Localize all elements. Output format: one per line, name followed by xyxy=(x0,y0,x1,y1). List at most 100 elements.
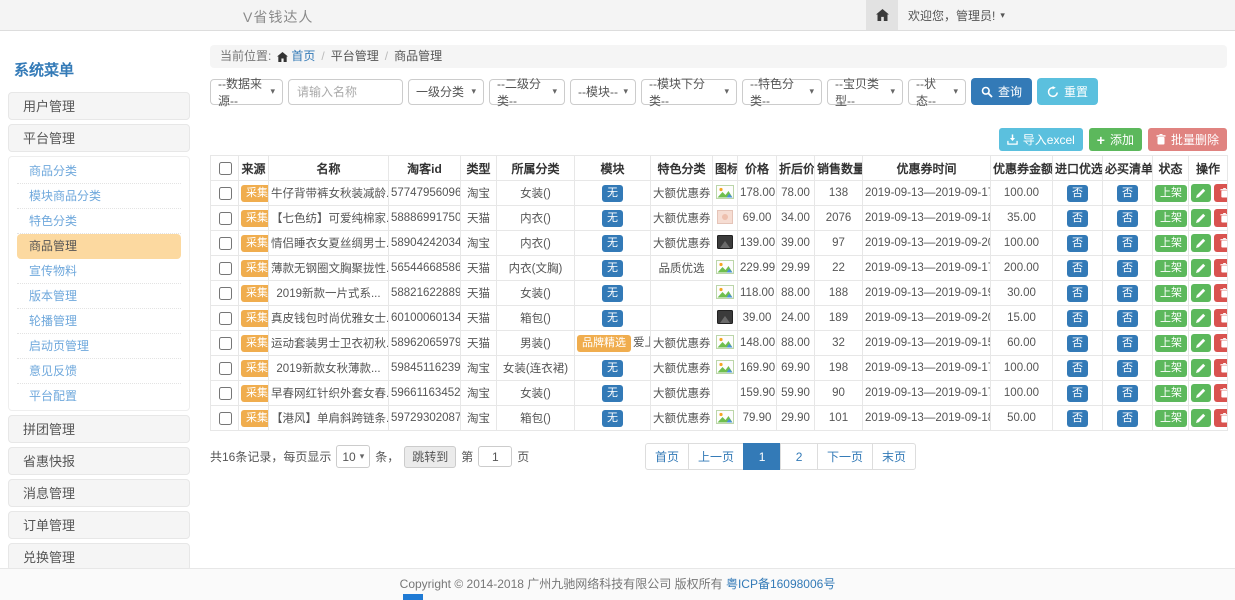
import-select-toggle[interactable]: 否 xyxy=(1067,335,1088,352)
status-toggle[interactable]: 上架 xyxy=(1155,335,1187,352)
page-button[interactable]: 下一页 xyxy=(817,443,873,470)
status-toggle[interactable]: 上架 xyxy=(1155,385,1187,402)
delete-button[interactable] xyxy=(1214,284,1228,302)
sidebar-item[interactable]: 平台配置 xyxy=(17,384,181,408)
edit-button[interactable] xyxy=(1191,309,1211,327)
import-select-toggle[interactable]: 否 xyxy=(1067,185,1088,202)
import-select-toggle[interactable]: 否 xyxy=(1067,285,1088,302)
must-buy-toggle[interactable]: 否 xyxy=(1117,360,1138,377)
row-checkbox[interactable] xyxy=(219,287,232,300)
sidebar-item[interactable]: 商品管理 xyxy=(17,234,181,259)
jump-button[interactable]: 跳转到 xyxy=(404,446,456,468)
edit-button[interactable] xyxy=(1191,259,1211,277)
edit-button[interactable] xyxy=(1191,409,1211,427)
filter-select[interactable]: --状态--▾ xyxy=(908,79,966,105)
row-checkbox[interactable] xyxy=(219,387,232,400)
filter-select[interactable]: --模块--▾ xyxy=(570,79,636,105)
must-buy-toggle[interactable]: 否 xyxy=(1117,210,1138,227)
sidebar-item[interactable]: 宣传物料 xyxy=(17,259,181,284)
row-checkbox[interactable] xyxy=(219,262,232,275)
sidebar-section[interactable]: 订单管理 xyxy=(8,511,190,539)
sidebar-section[interactable]: 平台管理 xyxy=(8,124,190,152)
edit-button[interactable] xyxy=(1191,234,1211,252)
must-buy-toggle[interactable]: 否 xyxy=(1117,410,1138,427)
delete-button[interactable] xyxy=(1214,384,1228,402)
icp-link[interactable]: 粤ICP备16098006号 xyxy=(726,577,835,591)
row-checkbox[interactable] xyxy=(219,362,232,375)
select-all-checkbox[interactable] xyxy=(219,162,232,175)
edit-button[interactable] xyxy=(1191,334,1211,352)
edit-button[interactable] xyxy=(1191,184,1211,202)
import-select-toggle[interactable]: 否 xyxy=(1067,235,1088,252)
must-buy-toggle[interactable]: 否 xyxy=(1117,235,1138,252)
sidebar-item[interactable]: 模块商品分类 xyxy=(17,184,181,209)
status-toggle[interactable]: 上架 xyxy=(1155,310,1187,327)
edit-button[interactable] xyxy=(1191,359,1211,377)
row-checkbox[interactable] xyxy=(219,312,232,325)
status-toggle[interactable]: 上架 xyxy=(1155,185,1187,202)
page-button[interactable]: 首页 xyxy=(645,443,689,470)
delete-button[interactable] xyxy=(1214,184,1228,202)
batch-delete-button[interactable]: 批量删除 xyxy=(1148,128,1227,151)
page-button[interactable]: 2 xyxy=(780,443,818,470)
delete-button[interactable] xyxy=(1214,409,1228,427)
import-excel-button[interactable]: 导入excel xyxy=(999,128,1083,151)
delete-button[interactable] xyxy=(1214,359,1228,377)
filter-select[interactable]: --数据来源--▾ xyxy=(210,79,283,105)
reset-button[interactable]: 重置 xyxy=(1037,78,1098,105)
add-button[interactable]: + 添加 xyxy=(1089,128,1142,151)
search-button[interactable]: 查询 xyxy=(971,78,1032,105)
import-select-toggle[interactable]: 否 xyxy=(1067,310,1088,327)
row-checkbox[interactable] xyxy=(219,337,232,350)
status-toggle[interactable]: 上架 xyxy=(1155,260,1187,277)
home-button[interactable] xyxy=(866,0,898,30)
sidebar-item[interactable]: 启动页管理 xyxy=(17,334,181,359)
must-buy-toggle[interactable]: 否 xyxy=(1117,335,1138,352)
breadcrumb-home-link[interactable]: 首页 xyxy=(277,45,315,68)
page-button[interactable]: 1 xyxy=(743,443,781,470)
delete-button[interactable] xyxy=(1214,234,1228,252)
page-button[interactable]: 上一页 xyxy=(688,443,744,470)
delete-button[interactable] xyxy=(1214,209,1228,227)
sidebar-item[interactable]: 轮播管理 xyxy=(17,309,181,334)
status-toggle[interactable]: 上架 xyxy=(1155,235,1187,252)
delete-button[interactable] xyxy=(1214,309,1228,327)
sidebar-section[interactable]: 拼团管理 xyxy=(8,415,190,443)
delete-button[interactable] xyxy=(1214,334,1228,352)
status-toggle[interactable]: 上架 xyxy=(1155,285,1187,302)
filter-select[interactable]: --宝贝类型--▾ xyxy=(827,79,903,105)
status-toggle[interactable]: 上架 xyxy=(1155,410,1187,427)
filter-select[interactable]: 一级分类▾ xyxy=(408,79,484,105)
sidebar-item[interactable]: 特色分类 xyxy=(17,209,181,234)
edit-button[interactable] xyxy=(1191,384,1211,402)
must-buy-toggle[interactable]: 否 xyxy=(1117,385,1138,402)
must-buy-toggle[interactable]: 否 xyxy=(1117,260,1138,277)
delete-button[interactable] xyxy=(1214,259,1228,277)
per-page-select[interactable]: 10 ▾ xyxy=(336,445,370,468)
filter-select[interactable]: --模块下分类--▾ xyxy=(641,79,737,105)
sidebar-section[interactable]: 兑换管理 xyxy=(8,543,190,571)
import-select-toggle[interactable]: 否 xyxy=(1067,360,1088,377)
import-select-toggle[interactable]: 否 xyxy=(1067,260,1088,277)
sidebar-item[interactable]: 商品分类 xyxy=(17,159,181,184)
page-button[interactable]: 末页 xyxy=(872,443,916,470)
edit-button[interactable] xyxy=(1191,209,1211,227)
search-input[interactable] xyxy=(288,79,403,105)
sidebar-section[interactable]: 消息管理 xyxy=(8,479,190,507)
row-checkbox[interactable] xyxy=(219,212,232,225)
status-toggle[interactable]: 上架 xyxy=(1155,210,1187,227)
import-select-toggle[interactable]: 否 xyxy=(1067,385,1088,402)
must-buy-toggle[interactable]: 否 xyxy=(1117,185,1138,202)
page-number-input[interactable] xyxy=(478,446,512,467)
row-checkbox[interactable] xyxy=(219,412,232,425)
edit-button[interactable] xyxy=(1191,284,1211,302)
sidebar-section[interactable]: 用户管理 xyxy=(8,92,190,120)
row-checkbox[interactable] xyxy=(219,187,232,200)
user-menu[interactable]: 欢迎您，管理员! ▾ xyxy=(908,0,1005,30)
filter-select[interactable]: --特色分类--▾ xyxy=(742,79,822,105)
must-buy-toggle[interactable]: 否 xyxy=(1117,310,1138,327)
sidebar-item[interactable]: 版本管理 xyxy=(17,284,181,309)
status-toggle[interactable]: 上架 xyxy=(1155,360,1187,377)
sidebar-item[interactable]: 意见反馈 xyxy=(17,359,181,384)
row-checkbox[interactable] xyxy=(219,237,232,250)
